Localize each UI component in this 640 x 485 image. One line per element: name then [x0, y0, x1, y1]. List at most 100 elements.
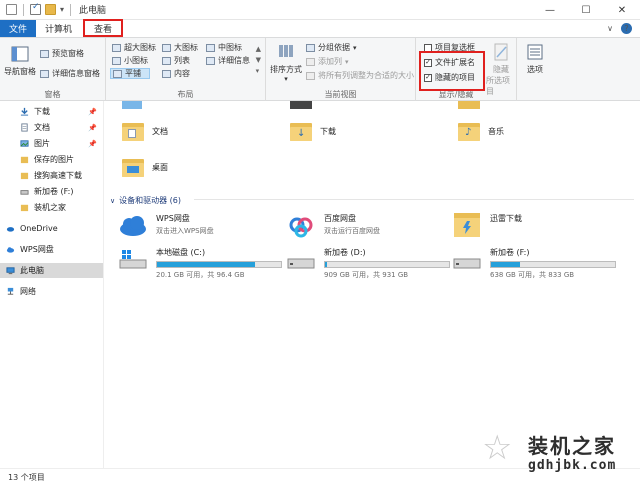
- close-button[interactable]: ✕: [604, 0, 640, 20]
- add-column-button[interactable]: 添加列 ▾: [306, 56, 349, 67]
- fit-columns-button[interactable]: 将所有列调整为合适的大小: [306, 70, 414, 81]
- group-by-icon: [306, 43, 315, 52]
- device-tile-xunlei[interactable]: 迅雷下载: [452, 209, 522, 239]
- window-title: 此电脑: [79, 6, 107, 16]
- device-name: 百度网盘: [324, 214, 356, 223]
- help-icon[interactable]: ?: [621, 23, 632, 34]
- nav-pane-label: 导航窗格: [4, 67, 36, 76]
- layout-tiles[interactable]: 平铺: [110, 68, 150, 79]
- nav-item-label: 保存的图片: [34, 155, 74, 164]
- folder-icon: [20, 156, 29, 164]
- ribbon-group-current-view: 排序方式 ▾ 分组依据 ▾ 添加列 ▾ 将所有列调整为合适的大小 当前视图: [266, 38, 416, 102]
- customize-toolbar-icon[interactable]: ▾: [60, 5, 64, 14]
- group-by-button[interactable]: 分组依据 ▾: [306, 42, 357, 53]
- layout-label: 大图标: [174, 43, 198, 52]
- layout-large-icons[interactable]: 大图标: [162, 42, 198, 53]
- nav-item-sogou-download[interactable]: 搜狗高速下载: [0, 168, 103, 183]
- download-icon: [20, 107, 29, 116]
- folder-label: 音乐: [488, 126, 504, 136]
- maximize-button[interactable]: ☐: [568, 0, 604, 20]
- device-info: 新加卷 (F:) 638 GB 可用，共 833 GB: [490, 247, 616, 280]
- fit-columns-icon: [306, 71, 315, 80]
- star-icon: ☆: [482, 428, 513, 468]
- group-by-label: 分组依据: [318, 43, 350, 52]
- device-tile-wps[interactable]: WPS网盘 双击进入WPS网盘: [118, 213, 214, 239]
- nav-item-drive-f[interactable]: 新加卷 (F:): [0, 184, 103, 199]
- nav-pane-button[interactable]: 导航窗格: [4, 44, 36, 77]
- sort-by-label: 排序方式: [270, 65, 302, 74]
- layout-label: 中图标: [218, 43, 242, 52]
- drive-icon: [453, 258, 481, 269]
- partial-row: [290, 101, 312, 109]
- tab-file[interactable]: 文件: [0, 20, 36, 37]
- device-subtitle: 909 GB 可用，共 931 GB: [324, 271, 409, 279]
- nav-item-this-pc[interactable]: 此电脑: [0, 263, 103, 278]
- nav-item-onedrive[interactable]: OneDrive: [0, 221, 103, 236]
- nav-item-pictures[interactable]: 图片 📌: [0, 136, 103, 151]
- folder-tile-desktop[interactable]: 桌面: [122, 157, 168, 177]
- minimize-button[interactable]: —: [532, 0, 568, 20]
- system-drive-icon: [119, 250, 147, 269]
- collapse-ribbon-icon[interactable]: ∨: [607, 24, 613, 33]
- device-subtitle: 双击进入WPS网盘: [156, 227, 214, 235]
- details-pane-label: 详细信息窗格: [52, 69, 100, 78]
- usage-bar: [156, 261, 282, 268]
- layout-extra-large-icons[interactable]: 超大图标: [112, 42, 156, 53]
- nav-item-label: 下载: [34, 107, 50, 116]
- options-button[interactable]: 选项: [525, 42, 545, 75]
- tab-view[interactable]: 查看: [83, 19, 124, 37]
- drive-tile-c[interactable]: 本地磁盘 (C:) 20.1 GB 可用，共 96.4 GB: [118, 247, 282, 280]
- details-pane-icon: [40, 69, 49, 78]
- layout-medium-icons[interactable]: 中图标: [206, 42, 242, 53]
- ribbon-group-layout: 超大图标 大图标 中图标 小图标 列表 详细信息 平铺 内容 ▲ ▼ ▾ 布局: [106, 38, 266, 102]
- nav-item-label: WPS网盘: [20, 245, 54, 254]
- nav-item-network[interactable]: 网络: [0, 284, 103, 299]
- device-subtitle: 20.1 GB 可用，共 96.4 GB: [156, 271, 245, 279]
- folder-tile-downloads[interactable]: ↓ 下载: [290, 121, 336, 141]
- layout-scroll-icon[interactable]: ▲ ▼ ▾: [256, 44, 261, 77]
- pin-icon[interactable]: 📌: [88, 124, 97, 132]
- drive-tile-d[interactable]: 新加卷 (D:) 909 GB 可用，共 931 GB: [286, 247, 450, 280]
- details-pane-button[interactable]: 详细信息窗格: [40, 68, 100, 79]
- usage-bar-fill: [157, 262, 255, 267]
- nav-item-saved-pictures[interactable]: 保存的图片: [0, 152, 103, 167]
- onedrive-icon: [6, 227, 15, 232]
- folder-tile-music[interactable]: ♪ 音乐: [458, 121, 504, 141]
- new-folder-icon[interactable]: [45, 4, 56, 15]
- devices-section-header[interactable]: ∨ 设备和驱动器 (6): [110, 195, 181, 206]
- device-info: 迅雷下载: [490, 209, 522, 224]
- device-tile-baidu[interactable]: 百度网盘 双击运行百度网盘: [286, 213, 380, 239]
- pin-icon[interactable]: 📌: [88, 140, 97, 148]
- folder-tile-documents[interactable]: 文档: [122, 121, 168, 141]
- pin-icon[interactable]: 📌: [88, 108, 97, 116]
- add-column-icon: [306, 57, 315, 66]
- layout-small-icons[interactable]: 小图标: [112, 55, 148, 66]
- tab-computer[interactable]: 计算机: [36, 20, 81, 37]
- nav-item-downloads[interactable]: 下载 📌: [0, 104, 103, 119]
- ribbon: 导航窗格 预览窗格 详细信息窗格 窗格 超大图标 大图标 中图标 小图标 列表 …: [0, 37, 640, 102]
- drive-tile-f[interactable]: 新加卷 (F:) 638 GB 可用，共 833 GB: [452, 247, 616, 280]
- layout-list[interactable]: 列表: [162, 55, 190, 66]
- group-label-layout: 布局: [177, 90, 194, 99]
- preview-pane-button[interactable]: 预览窗格: [40, 48, 84, 59]
- sort-by-button[interactable]: 排序方式 ▾: [270, 42, 302, 83]
- desktop-folder-icon: [122, 157, 144, 177]
- window-controls: — ☐ ✕: [532, 0, 640, 20]
- nav-item-wps[interactable]: WPS网盘: [0, 242, 103, 257]
- drive-icon: [287, 258, 315, 269]
- layout-label: 小图标: [124, 56, 148, 65]
- nav-pane-icon: [11, 46, 29, 62]
- content-icon: [162, 69, 171, 78]
- device-name: 新加卷 (F:): [490, 248, 530, 257]
- layout-content[interactable]: 内容: [162, 68, 190, 79]
- layout-details[interactable]: 详细信息: [206, 55, 250, 66]
- chevron-down-icon: ∨: [110, 196, 116, 205]
- ribbon-group-pane: 导航窗格 预览窗格 详细信息窗格 窗格: [0, 38, 106, 102]
- layout-label: 超大图标: [124, 43, 156, 52]
- nav-item-zhuangjizhijia[interactable]: 装机之家: [0, 200, 103, 215]
- nav-item-documents[interactable]: 文档 📌: [0, 120, 103, 135]
- device-subtitle: 638 GB 可用，共 833 GB: [490, 271, 575, 279]
- ribbon-tabs: 文件 计算机 查看 ∨ ?: [0, 19, 640, 37]
- network-icon: [7, 287, 14, 295]
- properties-icon[interactable]: [30, 2, 41, 15]
